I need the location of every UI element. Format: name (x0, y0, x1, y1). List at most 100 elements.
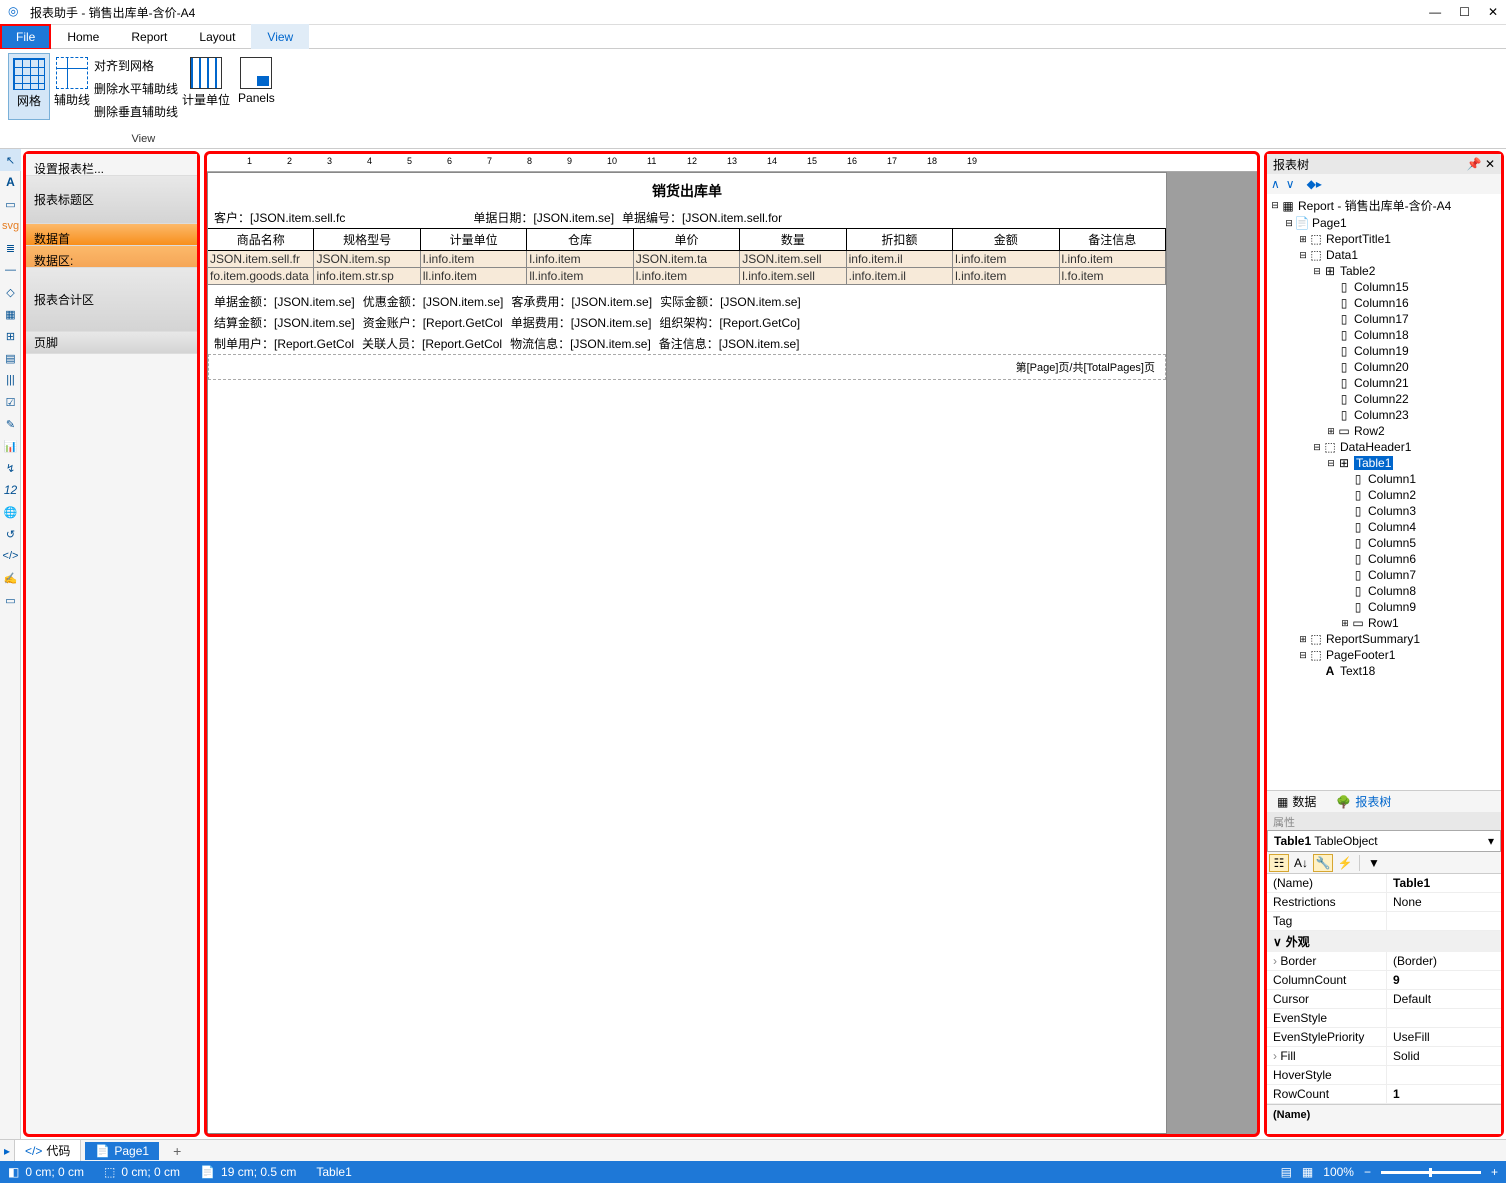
tree-node-column[interactable]: ▯Column1 (1339, 471, 1499, 487)
dr-cell[interactable]: JSON.item.sell.fr (208, 251, 314, 267)
tab-tree[interactable]: 🌳报表树 (1326, 791, 1401, 812)
tree-node-column[interactable]: ▯Column22 (1325, 391, 1499, 407)
tool-chart[interactable]: 📊 (0, 435, 21, 457)
menu-layout[interactable]: Layout (183, 24, 251, 50)
tool-cellular[interactable]: 12 (0, 479, 21, 501)
tree-node-table1[interactable]: ⊟⊞Table1 (1269, 455, 1499, 471)
props-alphabetical-button[interactable]: A↓ (1291, 854, 1311, 872)
field-account[interactable]: 资金账户：[Report.GetCol (363, 314, 503, 331)
field-settle[interactable]: 结算金额：[JSON.item.se] (214, 314, 355, 331)
tree-node-column[interactable]: ▯Column6 (1339, 551, 1499, 567)
field-discount[interactable]: 优惠金额：[JSON.item.se] (363, 293, 504, 310)
structure-data-header[interactable]: 数据首 (26, 224, 197, 246)
props-events-button[interactable]: ⚡ (1335, 854, 1355, 872)
tool-table[interactable]: ⊞ (0, 325, 21, 347)
tree-node-column[interactable]: ▯Column8 (1339, 583, 1499, 599)
field-customer-fee[interactable]: 客承费用：[JSON.item.se] (511, 293, 652, 310)
field-logistics[interactable]: 物流信息：[JSON.item.se] (510, 335, 651, 352)
ribbon-panels-button[interactable]: Panels (234, 53, 279, 120)
structure-setup[interactable]: 设置报表栏... (26, 154, 197, 176)
prop-row[interactable]: Tag (1267, 912, 1501, 931)
tool-barcode[interactable]: ||| (0, 369, 21, 391)
tree-up-icon[interactable]: ∧ (1271, 177, 1280, 191)
th-cell[interactable]: 商品名称 (208, 229, 314, 250)
menu-home[interactable]: Home (51, 24, 115, 50)
tree-node-dataheader1[interactable]: ⊟⬚DataHeader1 (1269, 439, 1499, 455)
table-data-row[interactable]: JSON.item.sell.fr JSON.item.sp l.info.it… (208, 251, 1166, 268)
structure-data-area[interactable]: 数据区: (26, 246, 197, 268)
field-org[interactable]: 组织架构：[Report.GetCo] (659, 314, 800, 331)
prop-row[interactable]: ColumnCount9 (1267, 971, 1501, 990)
tool-line[interactable]: — (0, 259, 21, 281)
footer-tab-add[interactable]: + (163, 1141, 191, 1161)
tree-nav-icon[interactable]: ◆▸ (1307, 177, 1322, 191)
tool-more[interactable]: ▭ (0, 589, 21, 611)
dr-cell[interactable]: l.info.item.sell (740, 268, 846, 284)
structure-summary[interactable]: 报表合计区 (26, 268, 197, 332)
tree-node-page1[interactable]: ⊟📄Page1 (1269, 215, 1499, 231)
design-canvas[interactable]: 12 34 56 78 910 1112 1314 1516 1718 19 销… (204, 151, 1260, 1137)
tool-richtext[interactable]: ✎ (0, 413, 21, 435)
props-filter-button[interactable]: ▼ (1364, 854, 1384, 872)
sb-mode1-icon[interactable]: ▤ (1281, 1165, 1292, 1179)
prop-row[interactable]: EvenStyle (1267, 1009, 1501, 1028)
tree-close-icon[interactable]: ✕ (1485, 157, 1495, 171)
tree-node-column[interactable]: ▯Column20 (1325, 359, 1499, 375)
dr-cell[interactable]: .info.item.il (847, 268, 953, 284)
field-remark[interactable]: 备注信息：[JSON.item.se] (659, 335, 800, 352)
close-button[interactable]: ✕ (1488, 5, 1498, 19)
ribbon-del-v-guides[interactable]: 删除垂直辅助线 (94, 103, 178, 120)
minimize-button[interactable]: — (1429, 5, 1441, 19)
tree-node-column[interactable]: ▯Column15 (1325, 279, 1499, 295)
tool-html[interactable]: </> (0, 545, 21, 567)
table-header-row[interactable]: 商品名称 规格型号 计量单位 仓库 单价 数量 折扣额 金额 备注信息 (208, 228, 1166, 251)
prop-row[interactable]: › Border(Border) (1267, 952, 1501, 971)
dr-cell[interactable]: info.item.il (847, 251, 953, 267)
dr-cell[interactable]: l.info.item (1060, 251, 1166, 267)
tree-node-column[interactable]: ▯Column4 (1339, 519, 1499, 535)
th-cell[interactable]: 单价 (634, 229, 740, 250)
dr-cell[interactable]: fo.item.goods.data (208, 268, 314, 284)
tree-node-data1[interactable]: ⊟⬚Data1 (1269, 247, 1499, 263)
tool-map[interactable]: 🌐 (0, 501, 21, 523)
prop-row[interactable]: EvenStylePriorityUseFill (1267, 1028, 1501, 1047)
menu-view[interactable]: View (251, 24, 309, 50)
ribbon-guides-button[interactable]: 辅助线 (50, 53, 94, 120)
tree-node-reportsummary1[interactable]: ⊞⬚ReportSummary1 (1269, 631, 1499, 647)
sb-mode2-icon[interactable]: ▦ (1302, 1165, 1313, 1179)
tool-gauge[interactable]: ↺ (0, 523, 21, 545)
tree-node-column[interactable]: ▯Column7 (1339, 567, 1499, 583)
menu-report[interactable]: Report (115, 24, 183, 50)
dr-cell[interactable]: l.info.item (953, 251, 1059, 267)
dr-cell[interactable]: l.info.item (527, 251, 633, 267)
tree-node-report[interactable]: ⊟▦Report - 销售出库单-含价-A4 (1269, 196, 1499, 215)
tool-picture[interactable]: ▭ (0, 193, 21, 215)
tree-down-icon[interactable]: ∨ (1286, 177, 1295, 191)
tree-node-column[interactable]: ▯Column3 (1339, 503, 1499, 519)
props-properties-button[interactable]: 🔧 (1313, 854, 1333, 872)
properties-grid[interactable]: (Name)Table1RestrictionsNoneTag∨ 外观› Bor… (1267, 874, 1501, 1104)
properties-selector[interactable]: Table1 TableObject ▾ (1267, 830, 1501, 852)
tool-pointer[interactable]: ↖ (0, 149, 21, 171)
tree-node-text18[interactable]: AText18 (1269, 663, 1499, 679)
tree-node-column[interactable]: ▯Column21 (1325, 375, 1499, 391)
sb-zoom-slider[interactable] (1381, 1171, 1481, 1174)
dr-cell[interactable]: info.item.str.sp (314, 268, 420, 284)
tab-data[interactable]: ▦数据 (1267, 791, 1326, 812)
prop-row[interactable]: CursorDefault (1267, 990, 1501, 1009)
dr-cell[interactable]: ll.info.item (527, 268, 633, 284)
props-categorized-button[interactable]: ☷ (1269, 854, 1289, 872)
prop-row[interactable]: › FillSolid (1267, 1047, 1501, 1066)
tree-node-table2[interactable]: ⊟⊞Table2 (1269, 263, 1499, 279)
ribbon-del-h-guides[interactable]: 删除水平辅助线 (94, 80, 178, 97)
tree-node-pagefooter1[interactable]: ⊟⬚PageFooter1 (1269, 647, 1499, 663)
sb-zoom-in[interactable]: + (1491, 1165, 1498, 1179)
sb-zoom-out[interactable]: − (1364, 1165, 1371, 1179)
th-cell[interactable]: 数量 (740, 229, 846, 250)
ribbon-units-button[interactable]: 计量单位 (178, 53, 234, 120)
tree-node-column[interactable]: ▯Column9 (1339, 599, 1499, 615)
field-date[interactable]: 单据日期：[JSON.item.se] (473, 209, 614, 226)
dr-cell[interactable]: JSON.item.sell (740, 251, 846, 267)
page-footer-text[interactable]: 第[Page]页/共[TotalPages]页 (208, 354, 1166, 380)
dr-cell[interactable]: l.info.item (421, 251, 527, 267)
